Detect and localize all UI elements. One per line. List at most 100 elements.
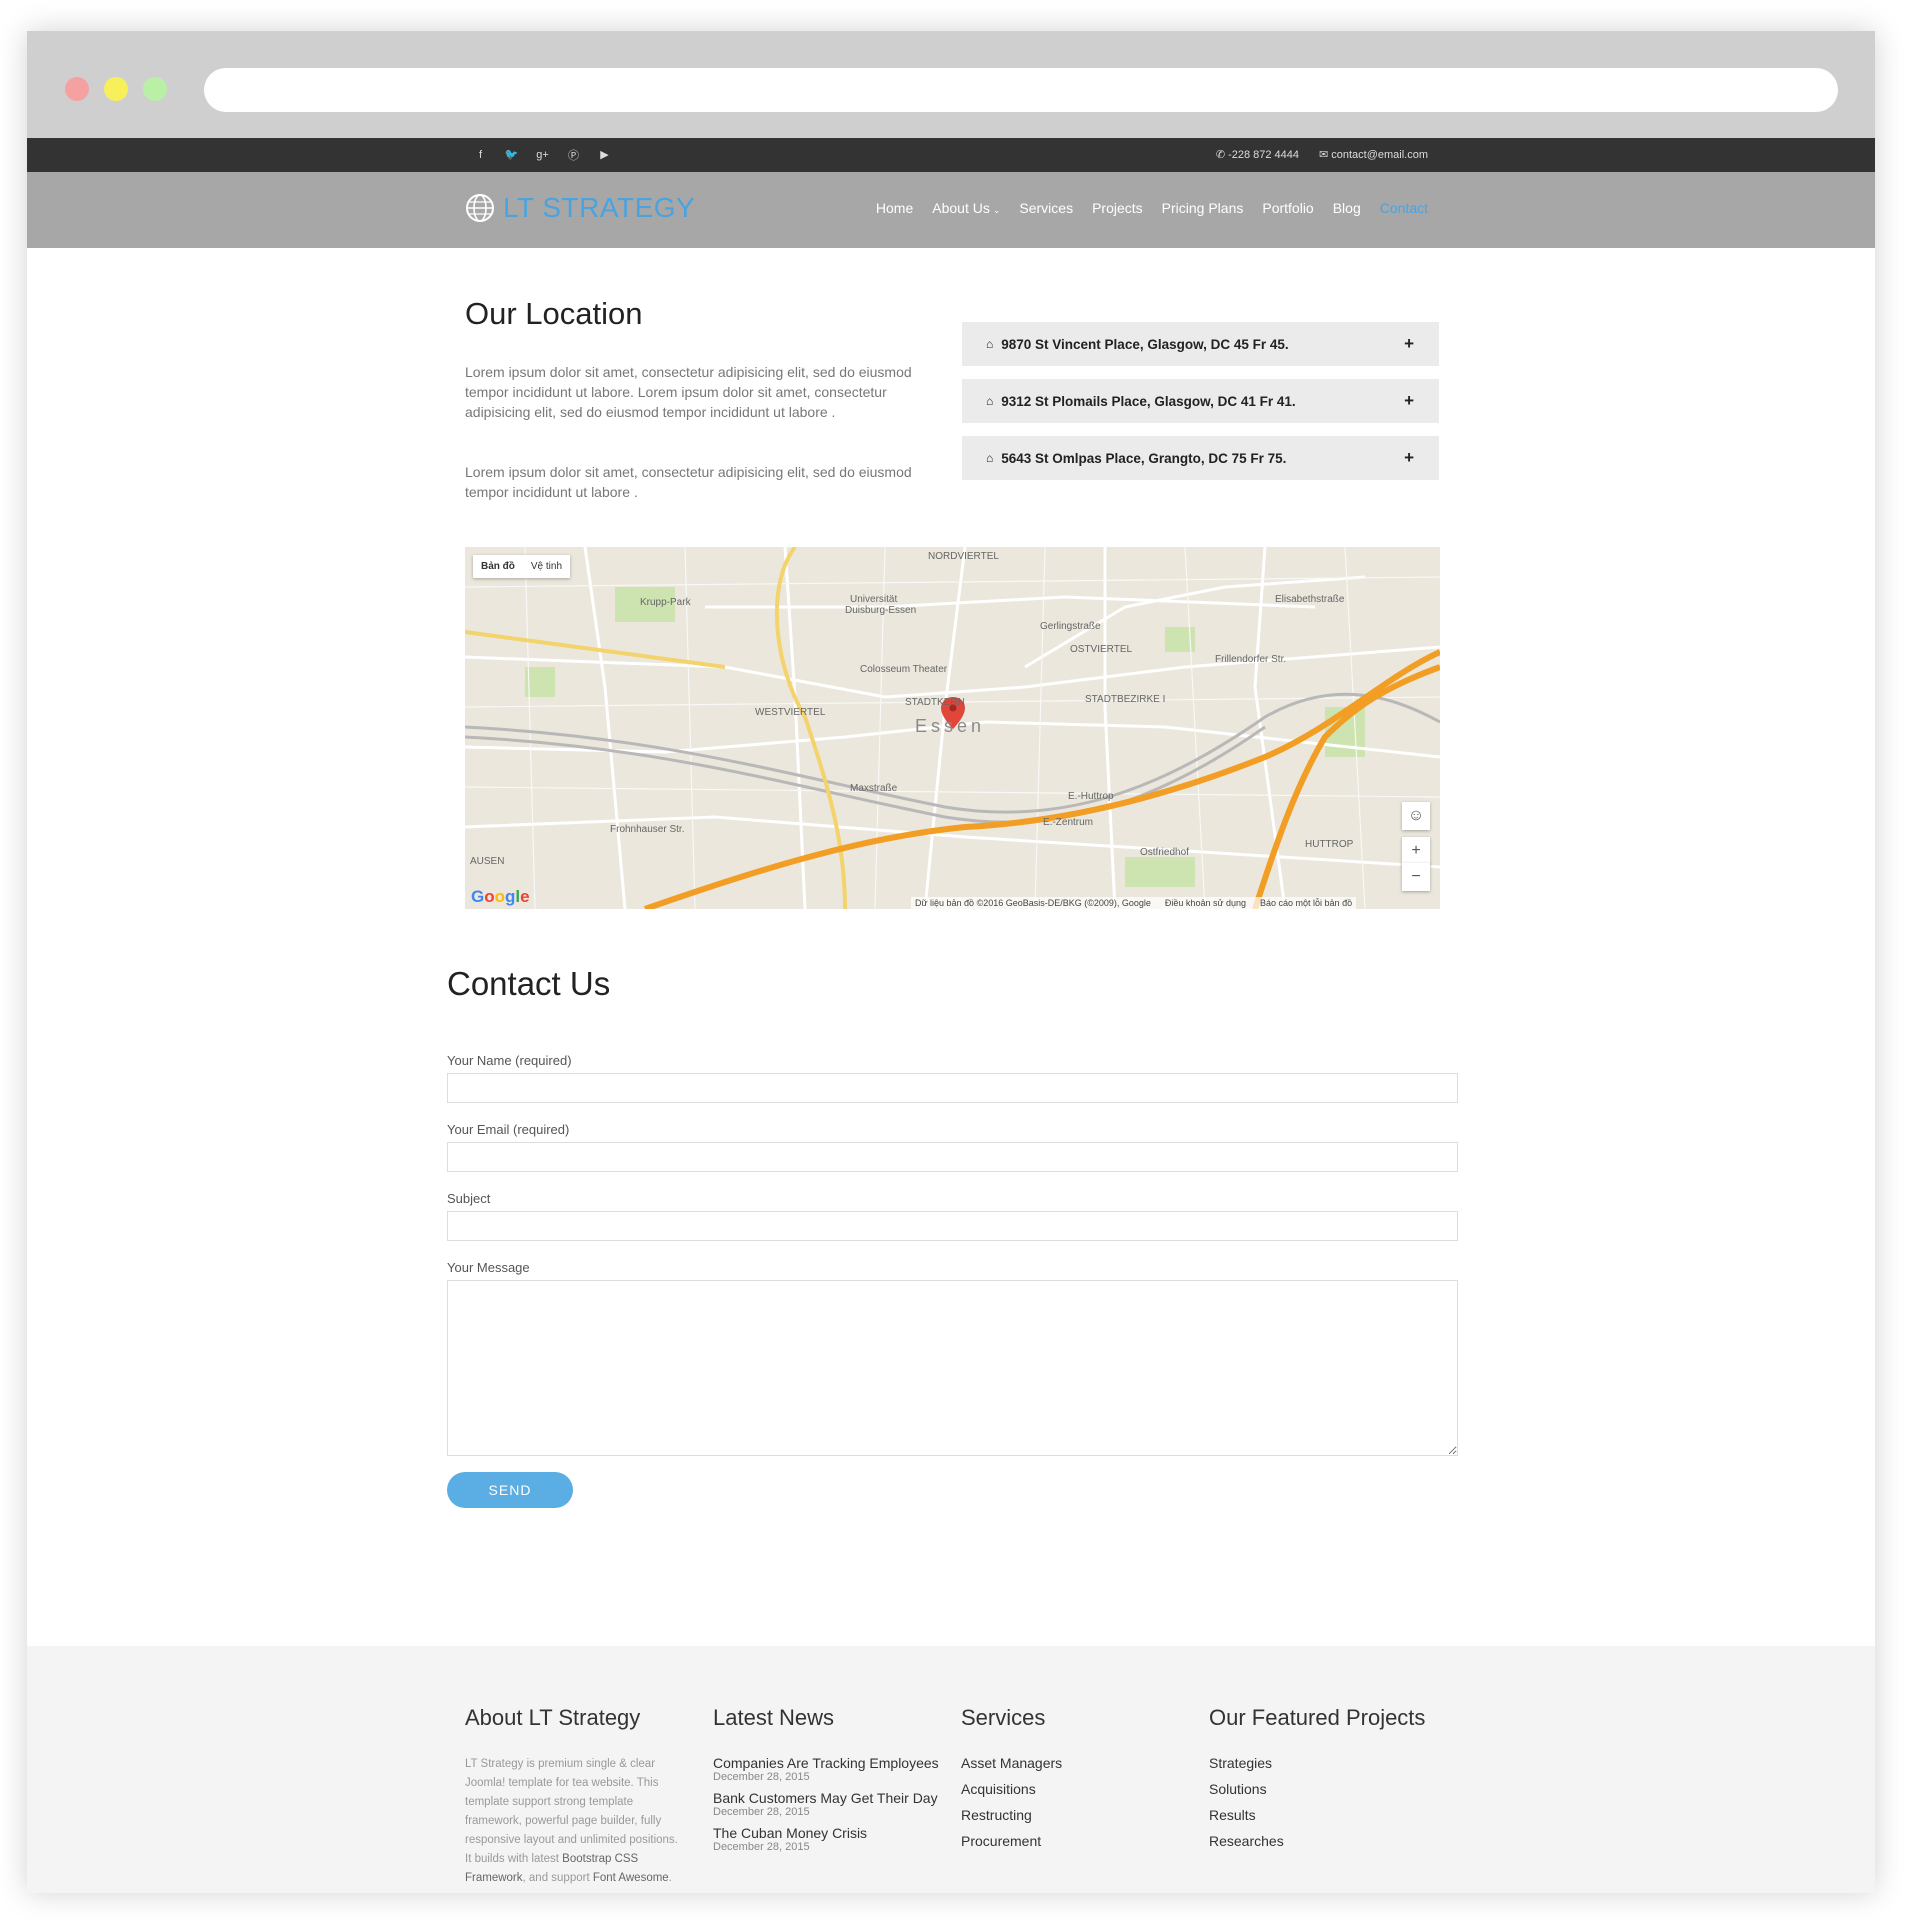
location-map[interactable]: NORDVIERTEL Universität Duisburg-Essen K… [465,547,1440,909]
address-item-1[interactable]: ⌂ 9870 St Vincent Place, Glasgow, DC 45 … [962,322,1439,366]
plus-icon[interactable]: + [1404,391,1414,411]
contact-info: ✆ -228 872 4444 ✉ contact@email.com [1216,148,1428,161]
social-links: f 🐦 g+ Ⓟ ▶ [474,148,611,162]
map-report-link[interactable]: Báo cáo một lỗi bản đồ [1260,898,1352,908]
news-title[interactable]: The Cuban Money Crisis [713,1825,939,1841]
project-link[interactable]: Strategies [1209,1755,1425,1771]
address-item-2[interactable]: ⌂ 9312 St Plomails Place, Glasgow, DC 41… [962,379,1439,423]
google-plus-icon[interactable]: g+ [536,148,549,161]
news-item[interactable]: The Cuban Money Crisis December 28, 2015 [713,1825,939,1853]
nav-about-us[interactable]: About Us ⌄ [932,200,1000,216]
map-label: AUSEN [470,856,504,867]
send-button[interactable]: SEND [447,1472,573,1508]
nav-blog[interactable]: Blog [1333,200,1361,216]
map-label: STADTBEZIRKE I [1085,694,1165,705]
footer-latest-news: Latest News Companies Are Tracking Emplo… [713,1705,939,1860]
project-link[interactable]: Results [1209,1807,1425,1823]
footer-about: About LT Strategy LT Strategy is premium… [465,1705,685,1888]
subject-input[interactable] [447,1211,1458,1241]
map-label: Frillendorfer Str. [1215,654,1286,665]
news-title[interactable]: Companies Are Tracking Employees [713,1755,939,1771]
service-link[interactable]: Restructing [961,1807,1062,1823]
news-date: December 28, 2015 [713,1841,810,1853]
plus-icon[interactable]: + [1404,334,1414,354]
map-attribution: Dữ liệu bản đồ ©2016 GeoBasis-DE/BKG (©2… [911,897,1357,909]
main-nav: Home About Us ⌄ Services Projects Pricing… [876,200,1428,216]
phone-number: -228 872 4444 [1228,149,1300,161]
news-item[interactable]: Companies Are Tracking Employees Decembe… [713,1755,939,1783]
location-title: Our Location [465,296,643,331]
map-label: Ostfriedhof [1140,847,1189,858]
zoom-in-button[interactable]: + [1402,837,1430,865]
map-label: Gerlingstraße [1040,621,1101,632]
email-input[interactable] [447,1142,1458,1172]
phone-info: ✆ -228 872 4444 [1216,148,1299,161]
nav-portfolio[interactable]: Portfolio [1262,200,1313,216]
message-textarea[interactable] [447,1280,1458,1456]
map-label: Colosseum Theater [860,664,948,675]
facebook-icon[interactable]: f [474,148,487,161]
project-link[interactable]: Researches [1209,1833,1425,1849]
pinterest-icon[interactable]: Ⓟ [567,148,580,162]
email-label: Your Email (required) [447,1122,570,1137]
email-info[interactable]: ✉ contact@email.com [1319,148,1428,161]
map-label: E.-Huttrop [1068,791,1114,802]
address-bar[interactable] [204,68,1838,112]
about-text-2: , and support [522,1872,593,1884]
map-terms-link[interactable]: Điều khoản sử dụng [1165,898,1246,908]
browser-window: f 🐦 g+ Ⓟ ▶ ✆ -228 872 4444 ✉ contact@email… [27,31,1875,1893]
map-city-label: Essen [915,716,985,736]
nav-home[interactable]: Home [876,200,913,216]
service-link[interactable]: Acquisitions [961,1781,1062,1797]
name-input[interactable] [447,1073,1458,1103]
address-item-3[interactable]: ⌂ 5643 St Omlpas Place, Grangto, DC 75 F… [962,436,1439,480]
nav-projects[interactable]: Projects [1092,200,1143,216]
site-footer: About LT Strategy LT Strategy is premium… [27,1646,1875,1893]
location-paragraph-2: Lorem ipsum dolor sit amet, consectetur … [465,464,912,500]
map-attribution-text: Dữ liệu bản đồ ©2016 GeoBasis-DE/BKG (©2… [915,898,1151,908]
news-item[interactable]: Bank Customers May Get Their Day Decembe… [713,1790,939,1818]
map-label: Duisburg-Essen [845,605,916,616]
map-tab-satellite[interactable]: Vệ tinh [523,555,570,578]
news-date: December 28, 2015 [713,1771,810,1783]
site-logo[interactable]: LT STRATEGY [465,192,695,224]
about-text-1: LT Strategy is premium single & clear Jo… [465,1758,678,1865]
zoom-out-button[interactable]: − [1402,863,1430,891]
maximize-window-button[interactable] [143,77,167,101]
plus-icon[interactable]: + [1404,448,1414,468]
map-label: Frohnhauser Str. [610,824,684,835]
nav-pricing-plans[interactable]: Pricing Plans [1162,200,1244,216]
map-label: HUTTROP [1305,839,1354,850]
map-label: Elisabethstraße [1275,594,1345,605]
browser-chrome [27,31,1875,138]
message-label: Your Message [447,1260,530,1275]
font-awesome-link[interactable]: Font Awesome [593,1872,669,1884]
youtube-icon[interactable]: ▶ [598,148,611,161]
top-bar: f 🐦 g+ Ⓟ ▶ ✆ -228 872 4444 ✉ contact@email… [27,138,1875,172]
logo-text[interactable]: LT STRATEGY [503,192,695,224]
news-title[interactable]: Bank Customers May Get Their Day [713,1790,939,1806]
footer-projects-title: Our Featured Projects [1209,1705,1426,1730]
street-view-pegman-icon[interactable]: ☺ [1402,802,1430,830]
name-label: Your Name (required) [447,1053,572,1068]
home-icon: ⌂ [986,337,994,351]
map-canvas[interactable]: NORDVIERTEL Universität Duisburg-Essen K… [465,547,1440,909]
project-link[interactable]: Solutions [1209,1781,1425,1797]
email-address[interactable]: contact@email.com [1331,149,1428,161]
twitter-icon[interactable]: 🐦 [505,148,519,161]
footer-services-title: Services [961,1705,1046,1730]
service-link[interactable]: Procurement [961,1833,1062,1849]
minimize-window-button[interactable] [104,77,128,101]
address-text-3: 5643 St Omlpas Place, Grangto, DC 75 Fr … [1001,450,1287,466]
nav-about-us-label[interactable]: About Us [932,200,990,216]
nav-contact[interactable]: Contact [1380,200,1428,216]
service-link[interactable]: Asset Managers [961,1755,1062,1771]
footer-news-title: Latest News [713,1705,835,1730]
map-tab-map[interactable]: Bản đồ [473,555,523,578]
nav-services[interactable]: Services [1019,200,1073,216]
address-text-2: 9312 St Plomails Place, Glasgow, DC 41 F… [1001,393,1296,409]
footer-about-title: About LT Strategy [465,1705,641,1730]
map-label: WESTVIERTEL [755,707,826,718]
close-window-button[interactable] [65,77,89,101]
map-label: NORDVIERTEL [928,551,999,562]
